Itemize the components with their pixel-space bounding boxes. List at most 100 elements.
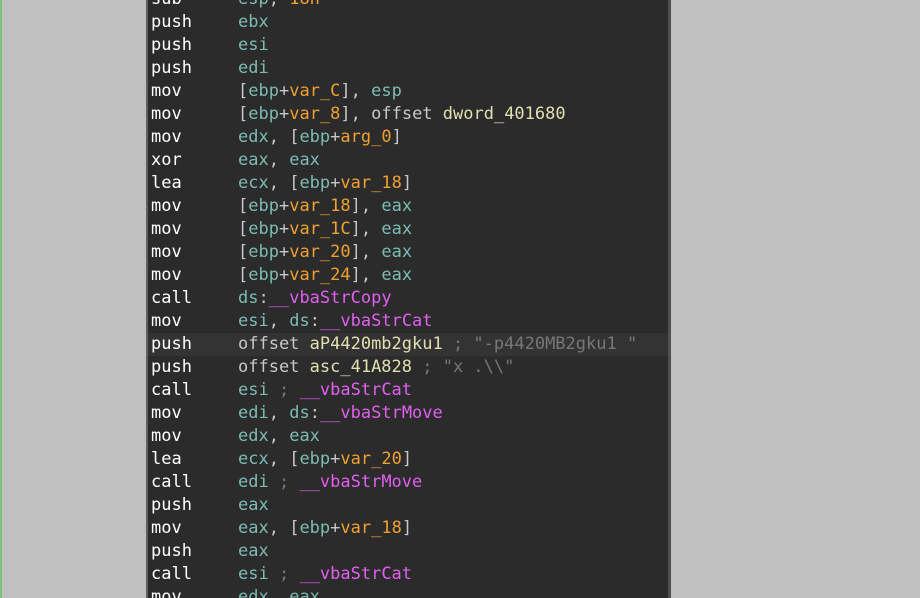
- instruction-line[interactable]: mov [ebp+var_18], eax: [148, 195, 668, 218]
- operand-token: eax: [381, 242, 413, 262]
- instruction-operands: eax, eax: [238, 149, 320, 172]
- operand-token: esp: [371, 81, 402, 101]
- operand-token: esi: [238, 311, 269, 331]
- operand-token: ;: [268, 564, 300, 584]
- operand-token: eax: [381, 196, 413, 216]
- instruction-mnemonic: mov: [151, 81, 182, 101]
- operand-token: var_8: [289, 104, 341, 124]
- instruction-line[interactable]: mov [ebp+var_1C], eax: [148, 218, 668, 241]
- instruction-line[interactable]: push offset aP4420mb2gku1 ; "-p4420MB2gku…: [148, 333, 668, 356]
- operand-token: eax: [289, 587, 320, 598]
- operand-token: ]: [401, 173, 413, 193]
- operand-token: __vbaStrCat: [299, 380, 413, 400]
- operand-token: eax: [238, 150, 269, 170]
- instruction-mnemonic: sub: [151, 0, 182, 11]
- instruction-operands: eax: [238, 494, 269, 517]
- instruction-operands: edx, eax: [238, 586, 320, 598]
- operand-token: :: [309, 311, 320, 331]
- instruction-mnemonic: push: [151, 357, 192, 377]
- operand-token: eax: [381, 265, 413, 285]
- instruction-line[interactable]: lea ecx, [ebp+var_20]: [148, 448, 668, 471]
- operand-token: edi: [238, 58, 269, 78]
- instruction-line[interactable]: push esi: [148, 34, 668, 57]
- instruction-mnemonic: mov: [151, 104, 182, 124]
- operand-token: __vbaStrCat: [319, 311, 433, 331]
- instruction-operands: edx, eax: [238, 425, 320, 448]
- instruction-line[interactable]: mov [ebp+var_24], eax: [148, 264, 668, 287]
- instruction-mnemonic: push: [151, 12, 192, 32]
- operand-token: , [: [268, 127, 300, 147]
- instruction-operands: [ebp+var_8], offset dword_401680: [238, 103, 566, 126]
- operand-token: ],: [350, 265, 382, 285]
- operand-token: edx: [238, 587, 269, 598]
- instruction-line[interactable]: mov edi, ds:__vbaStrMove: [148, 402, 668, 425]
- instruction-operands: eax: [238, 540, 269, 563]
- instruction-line[interactable]: push eax: [148, 494, 668, 517]
- operand-token: var_1C: [289, 219, 351, 239]
- operand-token: ,: [268, 426, 290, 446]
- instruction-operands: edi: [238, 57, 269, 80]
- operand-token: ebp: [248, 265, 279, 285]
- operand-token: +: [330, 449, 341, 469]
- instruction-list: subesp, 18hpushebxpushesipushedimov[ebp+…: [148, 0, 668, 598]
- instruction-line[interactable]: mov [ebp+var_C], esp: [148, 80, 668, 103]
- instruction-line[interactable]: call esi ; __vbaStrCat: [148, 379, 668, 402]
- operand-token: ,: [268, 587, 290, 598]
- instruction-mnemonic: lea: [151, 173, 182, 193]
- instruction-line[interactable]: mov edx, [ebp+arg_0]: [148, 126, 668, 149]
- operand-token: ebp: [248, 104, 279, 124]
- instruction-mnemonic: mov: [151, 587, 182, 598]
- operand-token: esp: [238, 0, 269, 9]
- instruction-operands: esi ; __vbaStrCat: [238, 379, 412, 402]
- instruction-line[interactable]: mov esi, ds:__vbaStrCat: [148, 310, 668, 333]
- instruction-mnemonic: mov: [151, 196, 182, 216]
- instruction-line[interactable]: push edi: [148, 57, 668, 80]
- operand-token: var_18: [340, 173, 402, 193]
- operand-token: +: [278, 265, 290, 285]
- instruction-line[interactable]: push ebx: [148, 11, 668, 34]
- instruction-line[interactable]: lea ecx, [ebp+var_18]: [148, 172, 668, 195]
- operand-token: ebp: [248, 81, 279, 101]
- instruction-mnemonic: push: [151, 541, 192, 561]
- operand-token: [: [238, 196, 249, 216]
- instruction-line[interactable]: call esi ; __vbaStrCat: [148, 563, 668, 586]
- operand-token: ds: [289, 403, 310, 423]
- instruction-line[interactable]: push eax: [148, 540, 668, 563]
- instruction-operands: esi ; __vbaStrCat: [238, 563, 412, 586]
- disassembly-listing[interactable]: subesp, 18hpushebxpushesipushedimov[ebp+…: [148, 0, 668, 598]
- instruction-mnemonic: xor: [151, 150, 182, 170]
- operand-token: +: [278, 219, 290, 239]
- operand-token: +: [278, 196, 290, 216]
- operand-token: var_24: [289, 265, 351, 285]
- operand-token: __vbaStrCat: [299, 564, 413, 584]
- instruction-line[interactable]: xor eax, eax: [148, 149, 668, 172]
- instruction-line[interactable]: mov edx, eax: [148, 586, 668, 598]
- operand-token: asc_41A828: [309, 357, 413, 377]
- operand-token: , [: [268, 173, 300, 193]
- instruction-operands: [ebp+var_1C], eax: [238, 218, 412, 241]
- instruction-line[interactable]: mov edx, eax: [148, 425, 668, 448]
- operand-token: ecx: [238, 173, 269, 193]
- instruction-line[interactable]: call ds:__vbaStrCopy: [148, 287, 668, 310]
- operand-token: var_20: [340, 449, 402, 469]
- instruction-operands: eax, [ebp+var_18]: [238, 517, 412, 540]
- operand-token: edi: [238, 472, 269, 492]
- instruction-operands: [ebp+var_18], eax: [238, 195, 412, 218]
- instruction-mnemonic: push: [151, 495, 192, 515]
- instruction-line[interactable]: call edi ; __vbaStrMove: [148, 471, 668, 494]
- operand-token: ,: [268, 150, 290, 170]
- instruction-line[interactable]: mov [ebp+var_20], eax: [148, 241, 668, 264]
- operand-token: ecx: [238, 449, 269, 469]
- instruction-line[interactable]: mov eax, [ebp+var_18]: [148, 517, 668, 540]
- instruction-line[interactable]: sub esp, 18h: [148, 0, 668, 11]
- instruction-mnemonic: mov: [151, 403, 182, 423]
- instruction-operands: ds:__vbaStrCopy: [238, 287, 392, 310]
- instruction-line[interactable]: push offset asc_41A828 ; "x .\\": [148, 356, 668, 379]
- operand-token: ]: [401, 518, 413, 538]
- operand-token: ebp: [299, 518, 331, 538]
- operand-token: ]: [391, 127, 402, 147]
- operand-token: var_18: [340, 518, 402, 538]
- instruction-mnemonic: mov: [151, 265, 182, 285]
- instruction-line[interactable]: mov [ebp+var_8], offset dword_401680: [148, 103, 668, 126]
- operand-token: +: [278, 81, 290, 101]
